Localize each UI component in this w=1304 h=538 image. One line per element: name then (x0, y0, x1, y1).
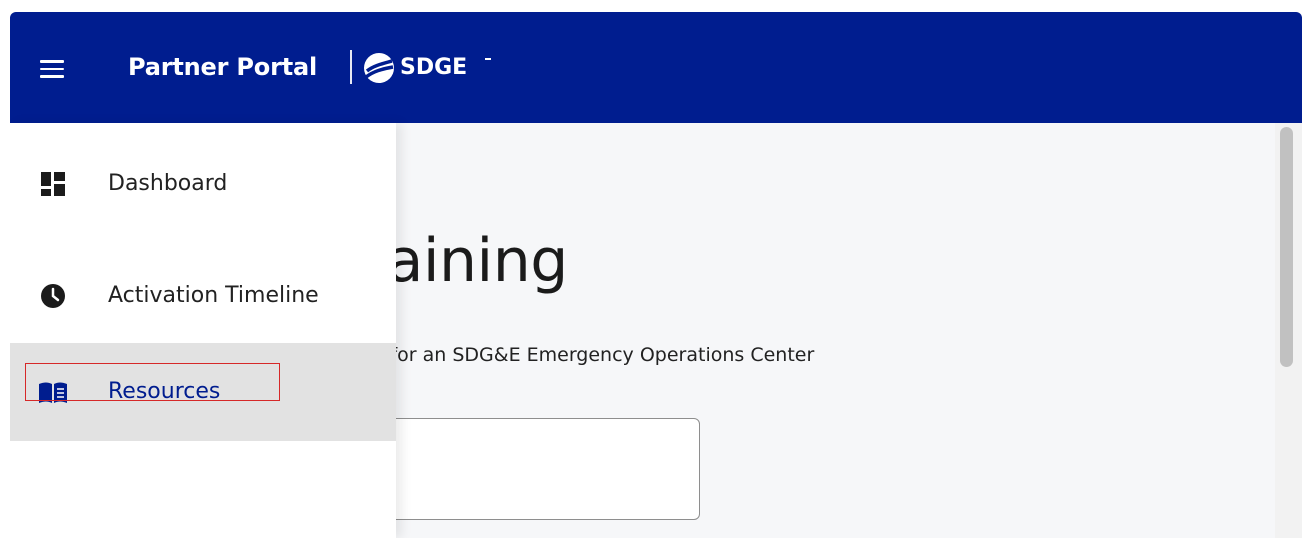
clock-icon (41, 284, 65, 308)
hamburger-menu-icon[interactable] (40, 60, 66, 78)
sidebar-item-label: Dashboard (108, 171, 228, 196)
sdge-logo-icon (364, 53, 394, 83)
app-title: Partner Portal (128, 53, 318, 81)
brand-divider (350, 50, 352, 84)
book-icon (39, 382, 67, 403)
sidebar-item-label: Resources (108, 379, 221, 404)
sdge-logo-text: SDGE (400, 55, 468, 80)
sidebar-item-dashboard[interactable]: Dashboard (10, 135, 396, 233)
navigation-drawer: Dashboard Activation Timeline Resources (10, 123, 396, 538)
app-window: Partner Portal SDGE ces & Training ng ma… (10, 12, 1302, 538)
sidebar-item-activation-timeline[interactable]: Activation Timeline (10, 244, 396, 342)
sidebar-item-label: Activation Timeline (108, 283, 319, 308)
scrollbar[interactable] (1275, 123, 1302, 538)
logo-trademark-mark (485, 58, 491, 60)
scrollbar-thumb[interactable] (1280, 127, 1293, 367)
sidebar-item-resources[interactable]: Resources (10, 343, 396, 441)
app-header: Partner Portal SDGE (10, 12, 1302, 123)
dashboard-icon (41, 172, 65, 196)
